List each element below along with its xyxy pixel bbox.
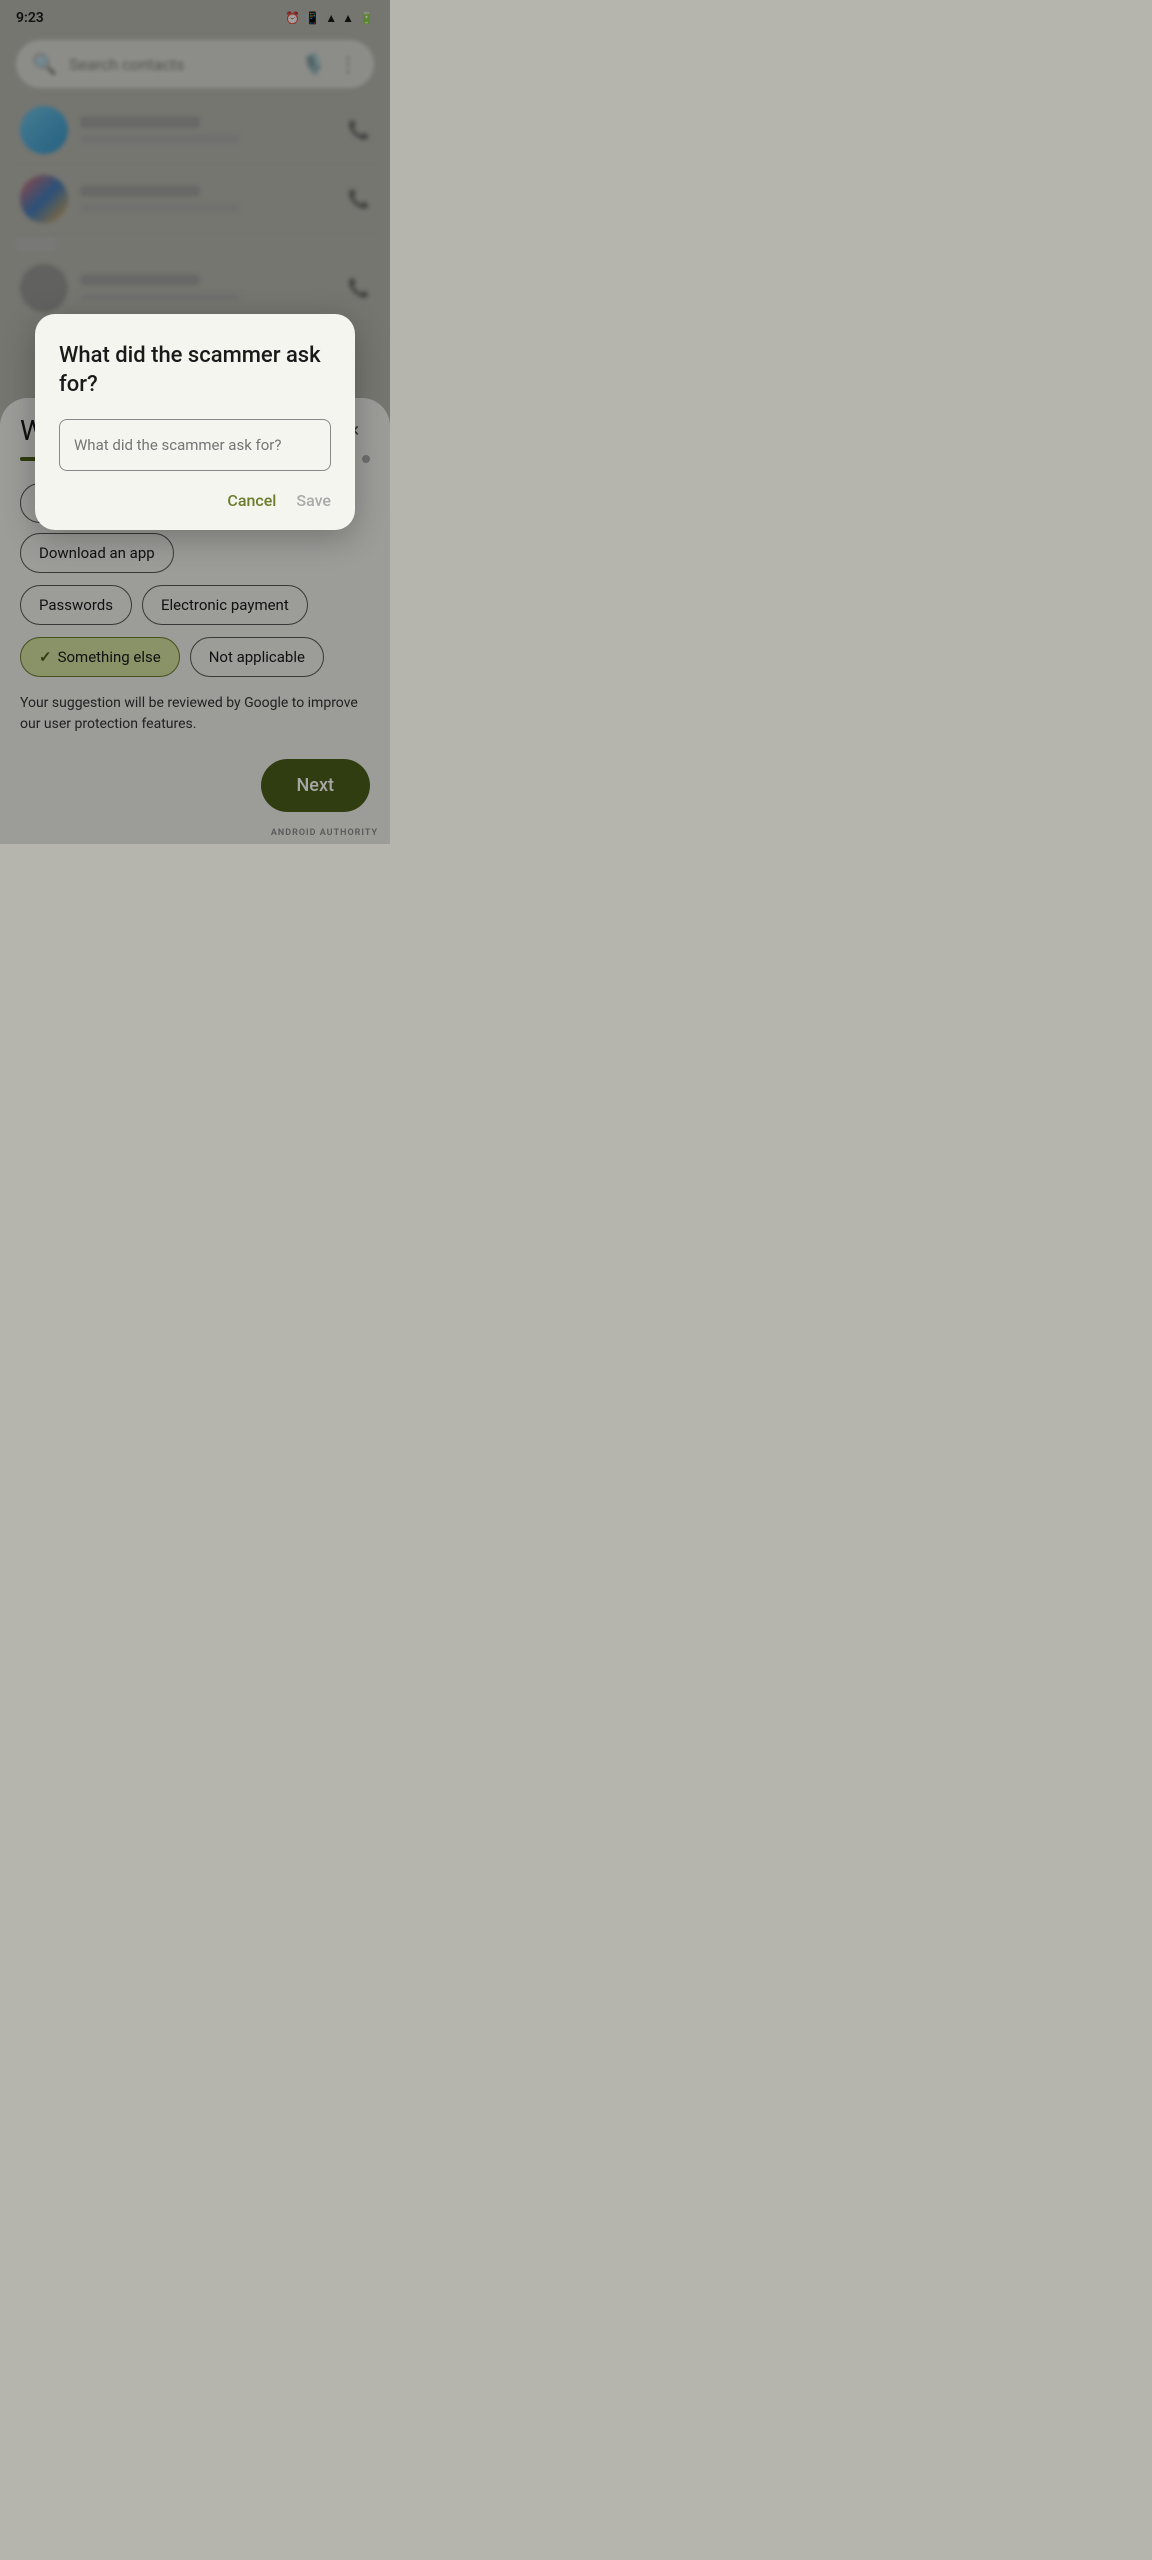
dialog-cancel-button[interactable]: Cancel: [227, 491, 276, 510]
dialog-actions: Cancel Save: [59, 491, 331, 510]
dialog-title: What did the scammer ask for?: [59, 342, 331, 399]
dialog-input[interactable]: [59, 419, 331, 471]
dialog-overlay: What did the scammer ask for? Cancel Sav…: [0, 0, 390, 844]
dialog-save-button[interactable]: Save: [296, 491, 331, 510]
dialog: What did the scammer ask for? Cancel Sav…: [35, 314, 355, 530]
